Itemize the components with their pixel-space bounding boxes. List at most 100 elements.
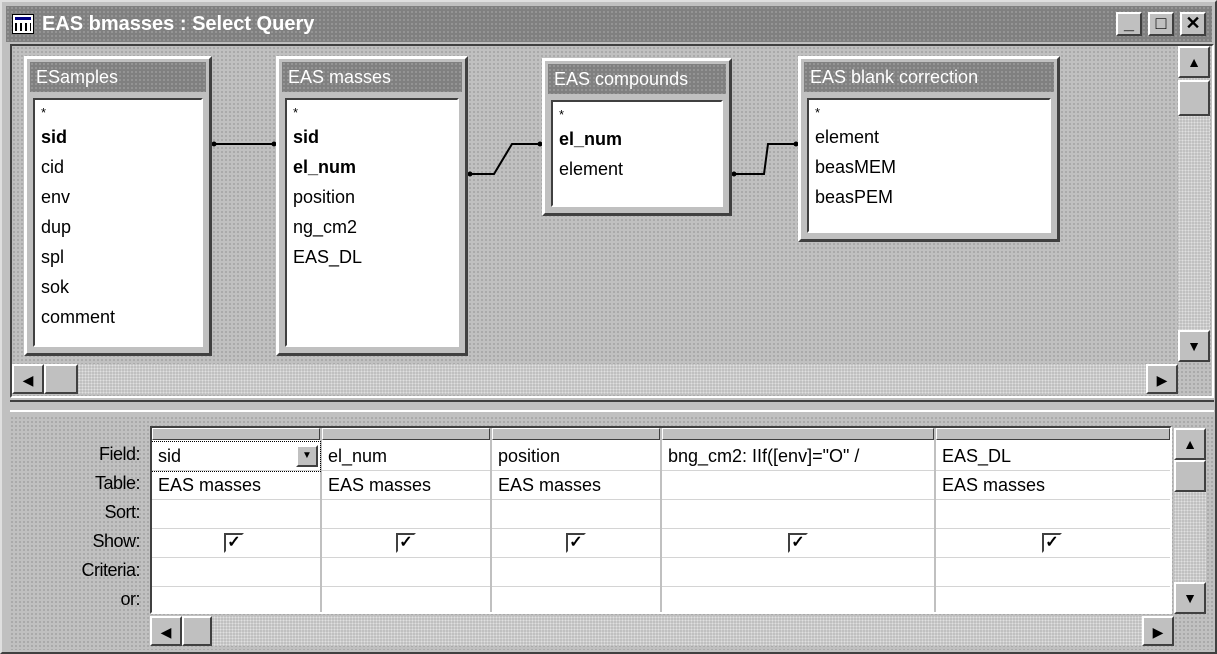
close-button[interactable]: ✕ [1180,12,1206,36]
or-cell[interactable] [492,587,660,612]
show-checkbox[interactable]: ✓ [1042,533,1062,553]
grid-column-2[interactable]: el_num EAS masses ✓ [322,428,492,612]
show-checkbox[interactable]: ✓ [566,533,586,553]
show-checkbox[interactable]: ✓ [224,533,244,553]
column-selector[interactable] [492,428,660,440]
title-bar[interactable]: EAS bmasses : Select Query _ □ ✕ [6,6,1212,42]
field-list: * element beasMEM beasPEM [807,98,1051,233]
minimize-button[interactable]: _ [1116,12,1142,36]
sort-cell[interactable] [322,500,490,529]
table-cell[interactable]: EAS masses [492,471,660,500]
table-cell[interactable]: EAS masses [322,471,490,500]
scroll-right-button[interactable]: ▶ [1146,364,1178,394]
field-item-all[interactable]: * [553,106,721,124]
sort-cell[interactable] [936,500,1170,529]
criteria-cell[interactable] [936,558,1170,587]
table-pane-vscrollbar[interactable]: ▲ ▼ [1178,46,1210,362]
or-cell[interactable] [662,587,934,612]
table-title[interactable]: EAS blank correction [804,62,1054,92]
criteria-cell[interactable] [152,558,320,587]
field-item-position[interactable]: position [287,182,457,212]
field-item-comment[interactable]: comment [35,302,201,332]
query-design-grid[interactable]: sid ▼ EAS masses ✓ el_num EAS masses ✓ p… [150,426,1172,614]
table-title[interactable]: EAS compounds [548,64,726,94]
field-cell[interactable]: position [492,442,660,471]
field-item-eas-dl[interactable]: EAS_DL [287,242,457,272]
column-selector[interactable] [152,428,320,440]
show-checkbox[interactable]: ✓ [396,533,416,553]
sort-cell[interactable] [662,500,934,529]
dropdown-button[interactable]: ▼ [296,445,318,467]
field-item-env[interactable]: env [35,182,201,212]
scroll-down-button[interactable]: ▼ [1174,582,1206,614]
row-label-table: Table: [94,473,141,493]
field-item-ng-cm2[interactable]: ng_cm2 [287,212,457,242]
table-list-eas-blank-correction[interactable]: EAS blank correction * element beasMEM b… [798,56,1060,242]
table-pane[interactable]: ESamples * sid cid env dup spl sok comme… [10,44,1214,398]
table-cell[interactable] [662,471,934,500]
table-list-esamples[interactable]: ESamples * sid cid env dup spl sok comme… [24,56,212,356]
scroll-left-button[interactable]: ◀ [150,616,182,646]
scroll-thumb[interactable] [182,616,212,646]
field-cell[interactable]: EAS_DL [936,442,1170,471]
table-pane-hscrollbar[interactable]: ◀ ▶ [12,364,1178,394]
grid-column-3[interactable]: position EAS masses ✓ [492,428,662,612]
grid-hscrollbar[interactable]: ◀ ▶ [150,616,1174,646]
field-item-el-num[interactable]: el_num [553,124,721,154]
or-cell[interactable] [322,587,490,612]
field-item-dup[interactable]: dup [35,212,201,242]
grid-vscrollbar[interactable]: ▲ ▼ [1174,428,1206,614]
scroll-up-button[interactable]: ▲ [1178,46,1210,78]
field-cell[interactable]: el_num [322,442,490,471]
or-cell[interactable] [936,587,1170,612]
field-item-sid[interactable]: sid [35,122,201,152]
field-item-beasmem[interactable]: beasMEM [809,152,1049,182]
criteria-cell[interactable] [492,558,660,587]
field-item-all[interactable]: * [809,104,1049,122]
field-item-all[interactable]: * [35,104,201,122]
grid-column-1[interactable]: sid ▼ EAS masses ✓ [152,428,322,612]
query-icon[interactable] [12,14,34,34]
table-cell[interactable]: EAS masses [152,471,320,500]
table-list-eas-compounds[interactable]: EAS compounds * el_num element [542,58,732,216]
or-cell[interactable] [152,587,320,612]
grid-column-4[interactable]: bng_cm2: IIf([env]="O" / ✓ [662,428,936,612]
table-title[interactable]: EAS masses [282,62,462,92]
grid-column-5[interactable]: EAS_DL EAS masses ✓ [936,428,1170,612]
table-list-eas-masses[interactable]: EAS masses * sid el_num position ng_cm2 … [276,56,468,356]
scroll-thumb[interactable] [1178,80,1210,116]
table-title[interactable]: ESamples [30,62,206,92]
row-label-sort: Sort: [104,502,140,522]
field-cell[interactable]: sid ▼ [152,441,321,472]
field-item-sid[interactable]: sid [287,122,457,152]
field-item-sok[interactable]: sok [35,272,201,302]
column-selector[interactable] [662,428,934,440]
maximize-button[interactable]: □ [1148,12,1174,36]
field-cell[interactable]: bng_cm2: IIf([env]="O" / [662,442,934,471]
field-item-el-num[interactable]: el_num [287,152,457,182]
sort-cell[interactable] [152,500,320,529]
field-item-element[interactable]: element [553,154,721,184]
pane-splitter[interactable] [10,400,1214,412]
scroll-up-button[interactable]: ▲ [1174,428,1206,460]
scroll-up-icon: ▲ [1187,54,1201,70]
table-cell[interactable]: EAS masses [936,471,1170,500]
column-selector[interactable] [322,428,490,440]
field-item-beaspem[interactable]: beasPEM [809,182,1049,212]
scroll-thumb[interactable] [1174,460,1206,492]
scroll-thumb[interactable] [44,364,78,394]
sort-cell[interactable] [492,500,660,529]
criteria-cell[interactable] [322,558,490,587]
scroll-left-button[interactable]: ◀ [12,364,44,394]
field-item-element[interactable]: element [809,122,1049,152]
field-item-spl[interactable]: spl [35,242,201,272]
field-item-cid[interactable]: cid [35,152,201,182]
scroll-down-button[interactable]: ▼ [1178,330,1210,362]
show-checkbox[interactable]: ✓ [788,533,808,553]
column-selector[interactable] [936,428,1170,440]
scroll-right-button[interactable]: ▶ [1142,616,1174,646]
field-item-all[interactable]: * [287,104,457,122]
chevron-down-icon: ▼ [302,450,312,461]
scroll-down-icon: ▼ [1183,590,1197,606]
criteria-cell[interactable] [662,558,934,587]
